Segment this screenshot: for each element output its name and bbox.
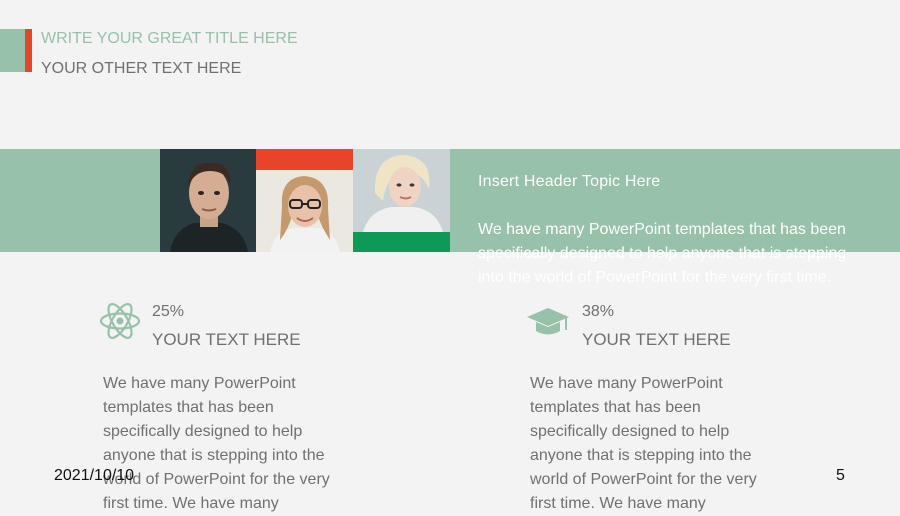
stat-label-1: YOUR TEXT HERE bbox=[152, 330, 301, 349]
slide-date: 2021/10/10 bbox=[54, 467, 135, 484]
header-topic: Insert Header Topic Here bbox=[478, 173, 661, 190]
slide-subtitle: YOUR OTHER TEXT HERE bbox=[41, 60, 242, 77]
photo-accent-red bbox=[256, 149, 353, 170]
title-accent-red bbox=[25, 29, 32, 72]
slide-page-number: 5 bbox=[836, 467, 845, 484]
photo-woman-blonde bbox=[353, 149, 450, 232]
photo-woman-glasses bbox=[256, 170, 353, 252]
photo-accent-green bbox=[353, 232, 450, 252]
atom-icon bbox=[98, 299, 142, 343]
slide-title: WRITE YOUR GREAT TITLE HERE bbox=[41, 30, 298, 47]
header-description: We have many PowerPoint templates that h… bbox=[478, 221, 847, 286]
stat-value-1: 25% bbox=[152, 303, 185, 320]
title-accent-green bbox=[0, 29, 25, 72]
stat-value-2: 38% bbox=[582, 303, 615, 320]
stat-label-2: YOUR TEXT HERE bbox=[582, 330, 731, 349]
photo-man bbox=[160, 149, 256, 252]
stat-body-2: We have many PowerPoint templates that h… bbox=[530, 375, 757, 512]
stat-body-1: We have many PowerPoint templates that h… bbox=[103, 375, 330, 512]
graduation-cap-icon bbox=[526, 302, 570, 346]
